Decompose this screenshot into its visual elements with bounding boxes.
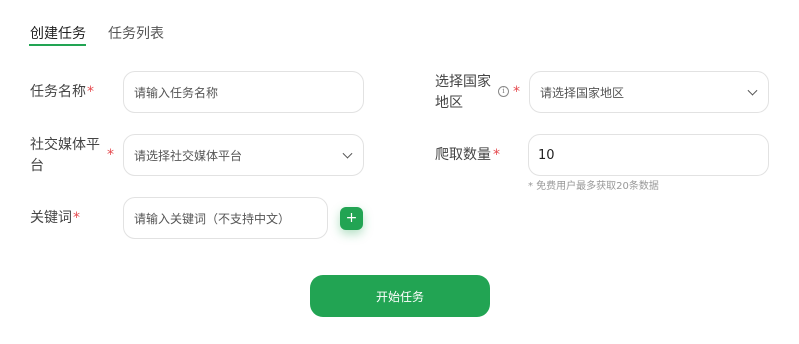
crawl-count-hint: * 免费用户最多获取20条数据 (528, 181, 659, 192)
required-mark: * (513, 84, 520, 100)
platform-select-placeholder: 请选择社交媒体平台 (134, 148, 243, 163)
crawl-count-input[interactable]: 10 (528, 134, 769, 176)
country-label-line1: 选择国家 (435, 74, 491, 90)
country-label-line2: 地区 (435, 95, 463, 111)
active-tab-indicator (29, 44, 86, 46)
required-mark: * (73, 210, 80, 226)
required-mark: * (87, 84, 94, 100)
task-name-label: 任务名称 (30, 84, 86, 100)
tab-create-task[interactable]: 创建任务 (30, 23, 86, 43)
info-icon[interactable]: i (498, 86, 509, 97)
platform-label-line2: 台 (30, 158, 44, 174)
required-mark: * (107, 147, 114, 163)
tab-task-list[interactable]: 任务列表 (108, 23, 164, 43)
chevron-down-icon (342, 148, 353, 159)
start-task-button[interactable]: 开始任务 (310, 275, 490, 317)
keyword-input[interactable]: 请输入关键词（不支持中文） (123, 197, 328, 239)
country-select-placeholder: 请选择国家地区 (540, 85, 625, 100)
platform-select[interactable]: 请选择社交媒体平台 (123, 134, 364, 176)
platform-label-line1: 社交媒体平 (30, 137, 100, 153)
required-mark: * (493, 147, 500, 163)
keyword-label: 关键词 (30, 210, 72, 226)
add-keyword-button[interactable]: + (340, 207, 363, 230)
country-select[interactable]: 请选择国家地区 (529, 71, 769, 113)
task-name-input[interactable]: 请输入任务名称 (123, 71, 364, 113)
crawl-count-label: 爬取数量 (435, 147, 491, 163)
chevron-down-icon (747, 85, 758, 96)
